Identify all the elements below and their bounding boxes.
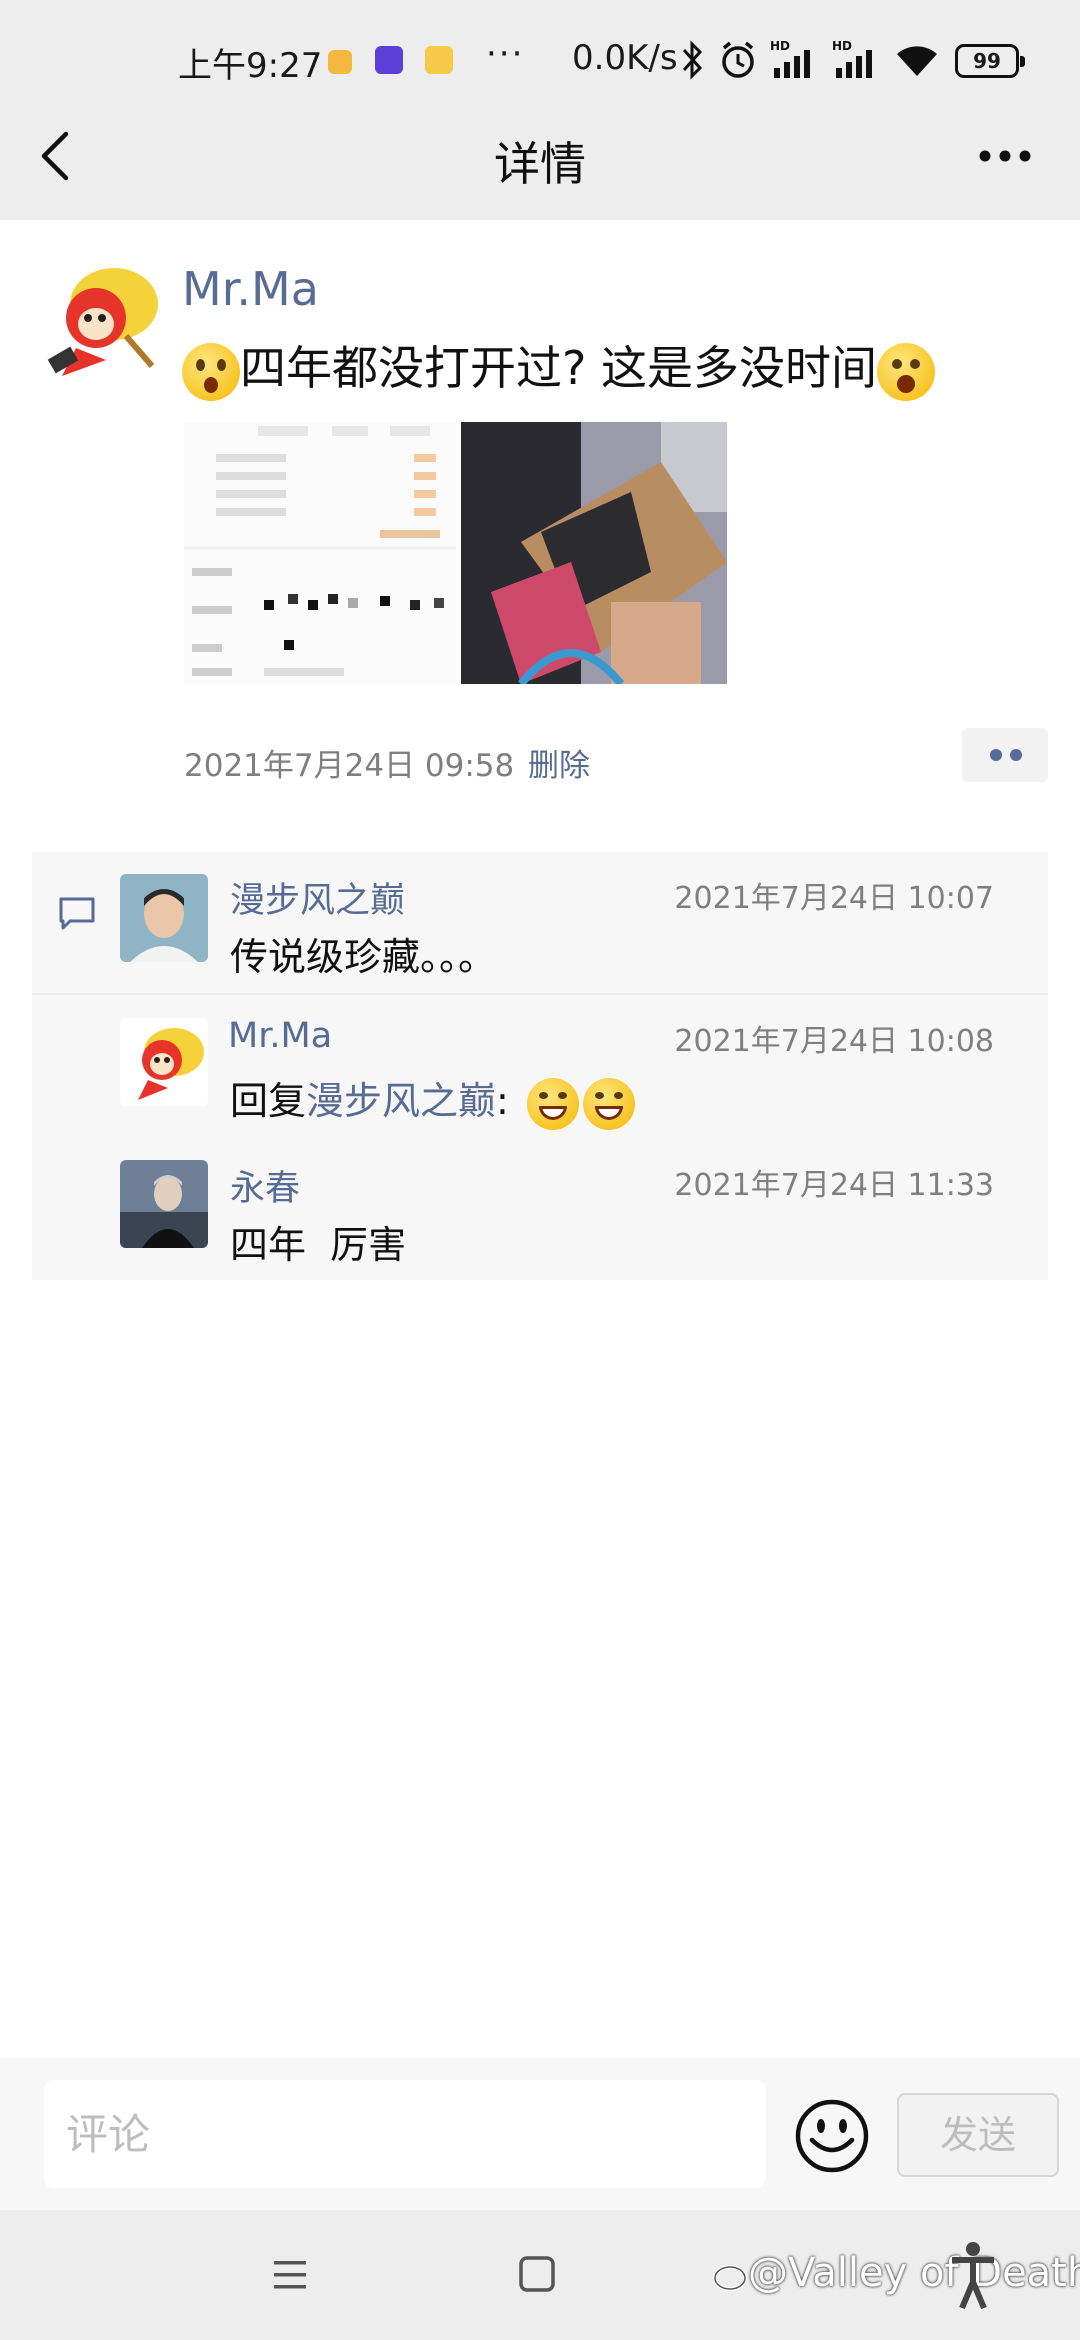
post-text: 四年都没打开过? 这是多没时间 — [182, 332, 936, 401]
menu-icon[interactable] — [272, 2258, 308, 2292]
weibo-icon — [425, 46, 453, 74]
person-photo-avatar — [120, 1160, 208, 1248]
post-text-content: 四年都没打开过? 这是多没时间 — [240, 341, 878, 395]
comment-author[interactable]: Mr.Ma — [228, 1016, 332, 1056]
post-author-name[interactable]: Mr.Ma — [182, 262, 319, 316]
comment-icon — [59, 897, 95, 930]
page-title: 详情 — [494, 137, 586, 191]
emoji-picker-icon[interactable] — [794, 2098, 870, 2174]
monkey-avatar-image — [47, 268, 158, 376]
comment-author[interactable]: 永春 — [230, 1160, 300, 1211]
box-photo-image — [461, 422, 727, 684]
notification-icon — [328, 50, 352, 74]
alarm-icon — [722, 41, 754, 78]
post-image-2[interactable] — [461, 422, 727, 684]
more-icon[interactable] — [976, 146, 1036, 166]
shocked-emoji-icon — [877, 342, 936, 401]
post-image-1[interactable] — [184, 422, 456, 684]
svg-text:HD: HD — [770, 39, 790, 53]
home-icon[interactable] — [518, 2255, 556, 2293]
commenter-avatar[interactable] — [120, 874, 208, 962]
author-avatar[interactable] — [36, 256, 166, 386]
comment-divider — [32, 993, 1048, 995]
two-dots-icon — [990, 749, 1022, 761]
post-timestamp: 2021年7月24日 09:58 — [184, 748, 515, 784]
order-screenshot-image — [184, 422, 456, 684]
signal-icon-1: HD — [770, 39, 810, 78]
grinning-emoji-icon — [582, 1077, 635, 1130]
reply-prefix: 回复 — [230, 1079, 307, 1123]
delete-button[interactable]: 删除 — [528, 740, 590, 785]
app-icon — [375, 46, 403, 74]
watermark-text: @Valley of Death — [748, 2250, 1080, 2296]
comment-time: 2021年7月24日 10:07 — [674, 881, 994, 916]
commenter-avatar[interactable] — [120, 1018, 208, 1106]
grinning-emoji-icon — [526, 1077, 579, 1130]
post-actions-button[interactable] — [962, 728, 1048, 782]
weibo-logo-icon — [713, 2265, 747, 2291]
comment-time: 2021年7月24日 11:33 — [674, 1168, 994, 1203]
commenter-avatar[interactable] — [120, 1160, 208, 1248]
comment-text: 传说级珍藏。。。 — [230, 935, 497, 979]
comment-text: 四年 厉害 — [230, 1223, 407, 1267]
battery-icon: 99 — [955, 44, 1025, 78]
comment-input[interactable] — [44, 2080, 766, 2188]
svg-text:HD: HD — [832, 39, 852, 53]
network-speed: 0.0K/s — [572, 38, 678, 78]
send-button[interactable]: 发送 — [897, 2093, 1059, 2177]
comment-time: 2021年7月24日 10:08 — [674, 1024, 994, 1059]
status-more-icon: ··· — [486, 34, 525, 74]
person-photo-avatar — [120, 874, 208, 962]
bluetooth-icon — [682, 40, 703, 80]
status-time: 上午9:27 — [178, 46, 323, 86]
signal-icon-2: HD — [832, 39, 872, 78]
surprised-emoji-icon — [182, 342, 240, 401]
accessibility-icon[interactable] — [950, 2240, 996, 2310]
reply-text: 回复漫步风之巅: — [230, 1070, 635, 1130]
wifi-icon — [897, 46, 937, 76]
comment-author[interactable]: 漫步风之巅 — [230, 872, 405, 923]
reply-to-name[interactable]: 漫步风之巅 — [306, 1079, 496, 1123]
monkey-avatar-image — [138, 1028, 204, 1100]
reply-colon: : — [496, 1079, 509, 1123]
